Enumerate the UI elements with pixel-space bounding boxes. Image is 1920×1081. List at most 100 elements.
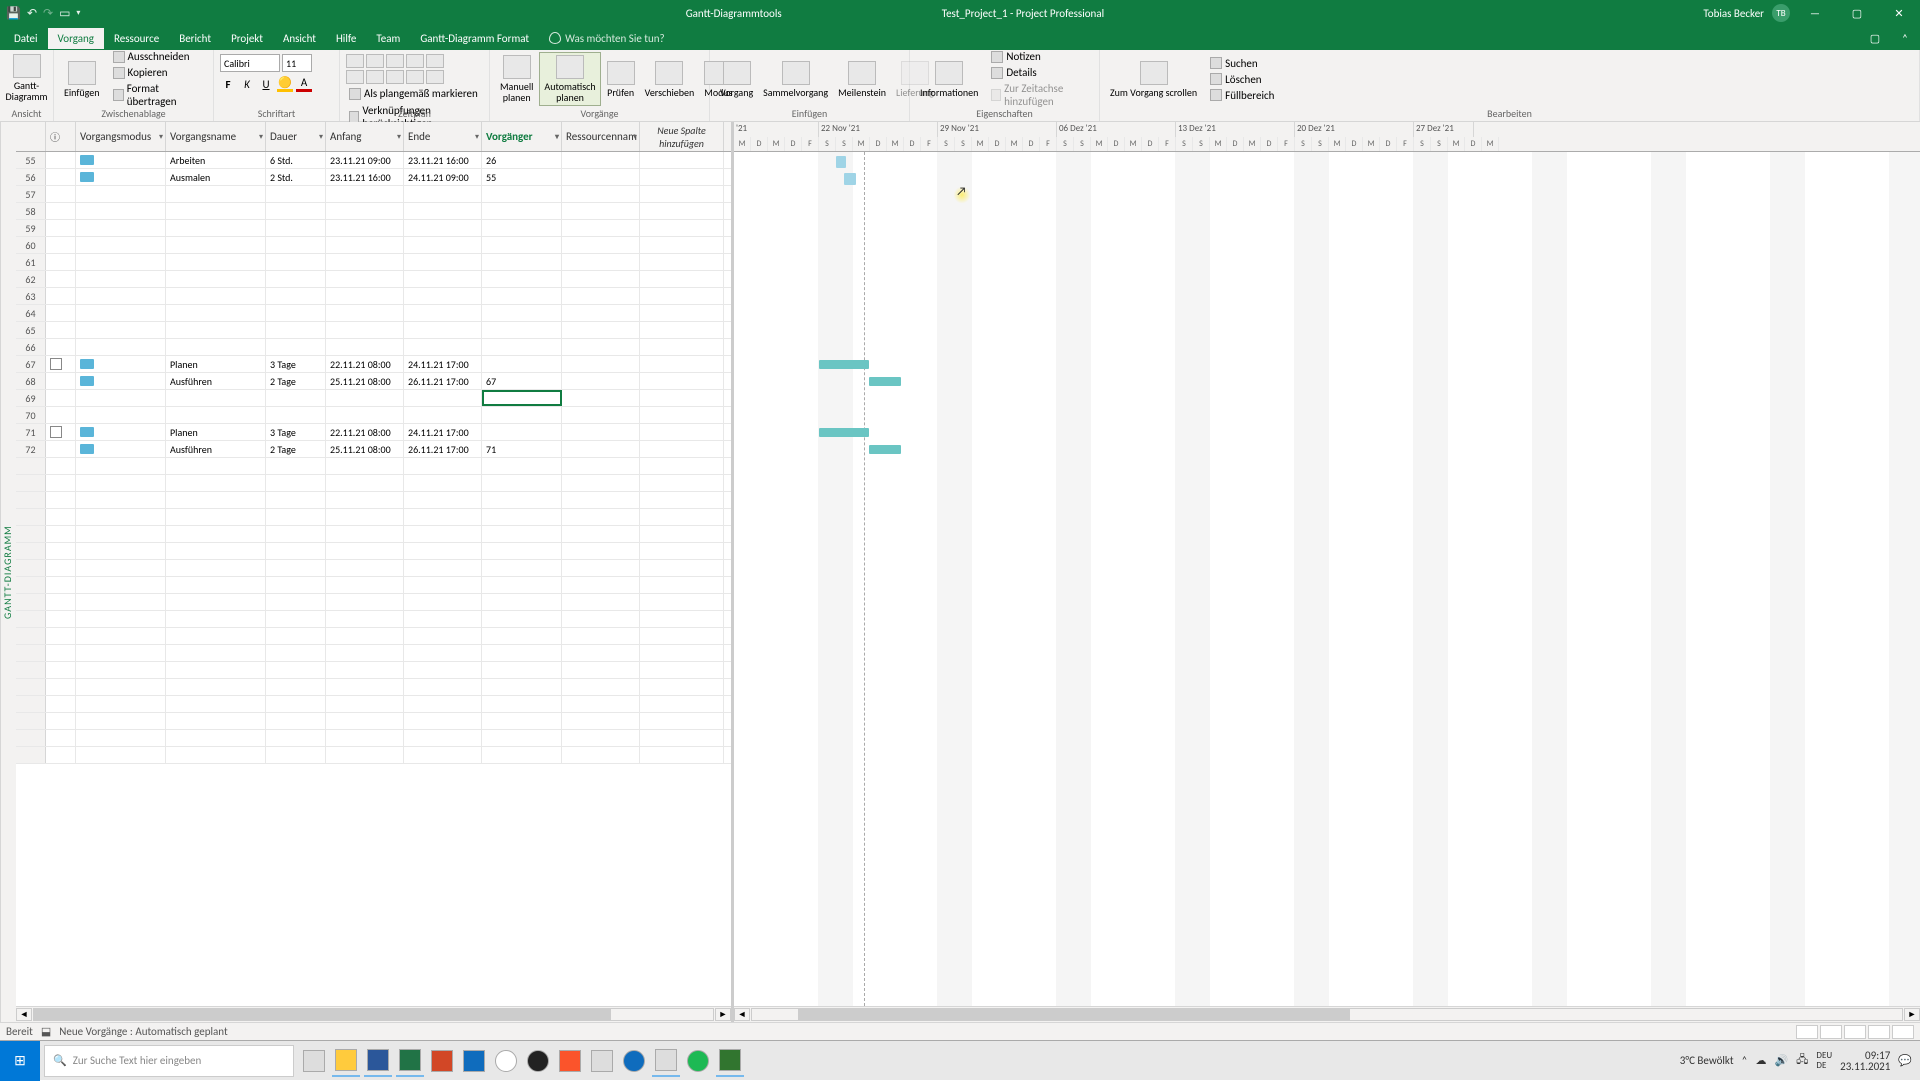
table-row[interactable]: 72 Ausführen 2 Tage 25.11.21 08:00 26.11… [16,441,731,458]
explorer-icon[interactable] [332,1045,360,1077]
table-row[interactable]: 69 ▾ [16,390,731,407]
auto-schedule-button[interactable]: Automatisch planen [539,52,600,106]
tab-ressource[interactable]: Ressource [104,28,169,49]
indent-icon[interactable] [366,70,384,84]
table-row[interactable] [16,645,731,662]
view-team-icon[interactable] [1844,1025,1866,1039]
inspect-button[interactable]: Prüfen [603,59,639,100]
gantt-bar[interactable] [844,173,856,185]
edge-icon[interactable] [620,1045,648,1077]
project-icon[interactable] [716,1045,744,1077]
font-size[interactable] [282,54,312,72]
table-row[interactable]: 67 Planen 3 Tage 22.11.21 08:00 24.11.21… [16,356,731,373]
format-painter-button[interactable]: Format übertragen [110,81,207,109]
user-name[interactable]: Tobias Becker [1703,7,1764,20]
dropdown-icon[interactable]: ▾ [561,392,562,406]
tab-bericht[interactable]: Bericht [169,28,221,49]
language-indicator[interactable]: DEU DE [1816,1051,1832,1071]
table-row[interactable] [16,577,731,594]
maximize-button[interactable]: ▢ [1840,0,1874,26]
italic-button[interactable]: K [239,76,255,92]
font-color-button[interactable]: A [296,76,312,92]
table-row[interactable]: 59 [16,220,731,237]
details-button[interactable]: Details [988,65,1093,80]
notes-button[interactable]: Notizen [988,49,1093,64]
table-row[interactable]: 70 [16,407,731,424]
powerpoint-icon[interactable] [428,1045,456,1077]
table-row[interactable]: 68 Ausführen 2 Tage 25.11.21 08:00 26.11… [16,373,731,390]
manual-schedule-button[interactable]: Manuell planen [496,53,537,105]
app-icon[interactable] [588,1045,616,1077]
scroll-to-task-button[interactable]: Zum Vorgang scrollen [1106,59,1201,100]
font-name[interactable] [220,54,280,72]
fill-button[interactable]: Füllbereich [1207,88,1277,103]
table-row[interactable] [16,509,731,526]
table-row[interactable]: 60 [16,237,731,254]
table-row[interactable]: 61 [16,254,731,271]
table-row[interactable] [16,747,731,764]
col-info[interactable]: ⓘ [46,122,76,151]
gantt-scroll-right-icon[interactable]: ► [1904,1008,1920,1021]
table-row[interactable]: 64 [16,305,731,322]
col-start[interactable]: Anfang▾ [326,122,404,151]
pct-50-icon[interactable] [386,54,404,68]
table-row[interactable]: 71 Planen 3 Tage 22.11.21 08:00 24.11.21… [16,424,731,441]
table-row[interactable] [16,611,731,628]
view-gantt-icon[interactable] [1796,1025,1818,1039]
col-resources[interactable]: Ressourcennam▾ [562,122,640,151]
table-row[interactable] [16,628,731,645]
table-row[interactable]: 57 [16,186,731,203]
col-mode[interactable]: Vorgangsmodus▾ [76,122,166,151]
minimize-button[interactable]: — [1798,0,1832,26]
link-icon[interactable] [386,70,404,84]
add-timeline-button[interactable]: Zur Zeitachse hinzufügen [988,81,1093,109]
start-button[interactable]: ⊞ [0,1041,40,1081]
excel-icon[interactable] [396,1045,424,1077]
gantt-view-button[interactable]: Gantt- Diagramm [6,52,47,104]
col-duration[interactable]: Dauer▾ [266,122,326,151]
word-icon[interactable] [364,1045,392,1077]
tab-vorgang[interactable]: Vorgang [48,28,104,49]
tab-projekt[interactable]: Projekt [221,28,273,49]
clear-button[interactable]: Löschen [1207,72,1277,87]
table-row[interactable] [16,475,731,492]
col-predecessor[interactable]: Vorgänger▾ [482,122,562,151]
bold-button[interactable]: F [220,76,236,92]
edge-dev-icon[interactable] [460,1045,488,1077]
scroll-right-icon[interactable]: ► [715,1008,731,1021]
redo-icon[interactable]: ↷ [43,6,53,21]
pct-75-icon[interactable] [406,54,424,68]
outdent-icon[interactable] [346,70,364,84]
tab-team[interactable]: Team [366,28,410,49]
table-row[interactable] [16,543,731,560]
table-row[interactable]: 66 [16,339,731,356]
undo-icon[interactable]: ↶ [27,6,37,21]
highlight-button[interactable]: 🟡 [277,76,293,92]
table-row[interactable] [16,696,731,713]
table-row[interactable] [16,526,731,543]
table-row[interactable] [16,679,731,696]
chrome-icon[interactable] [492,1045,520,1077]
split-icon[interactable] [426,70,444,84]
clock[interactable]: 09:1723.11.2021 [1840,1050,1890,1072]
table-row[interactable] [16,662,731,679]
unlink-icon[interactable] [406,70,424,84]
save-icon[interactable]: 💾 [6,6,21,21]
gantt-scroll-left-icon[interactable]: ◄ [734,1008,750,1021]
pct-0-icon[interactable] [346,54,364,68]
pct-25-icon[interactable] [366,54,384,68]
table-row[interactable]: 55 Arbeiten 6 Std. 23.11.21 09:00 23.11.… [16,152,731,169]
brave-icon[interactable] [556,1045,584,1077]
mark-ontrack-button[interactable]: Als plangemäß markieren [346,86,483,101]
view-sheet-icon[interactable] [1868,1025,1890,1039]
insert-task-button[interactable]: Vorgang [716,59,757,100]
avatar[interactable]: TB [1772,4,1790,22]
notepad-icon[interactable] [652,1045,680,1077]
onedrive-icon[interactable]: ☁ [1755,1054,1766,1067]
schedule-mode-icon[interactable]: ⬓ [41,1025,51,1038]
col-name[interactable]: Vorgangsname▾ [166,122,266,151]
tab-format[interactable]: Gantt-Diagramm Format [410,28,539,49]
spotify-icon[interactable] [684,1045,712,1077]
tab-datei[interactable]: Datei [4,28,48,49]
ribbon-options-icon[interactable]: ▢ [1860,26,1890,50]
